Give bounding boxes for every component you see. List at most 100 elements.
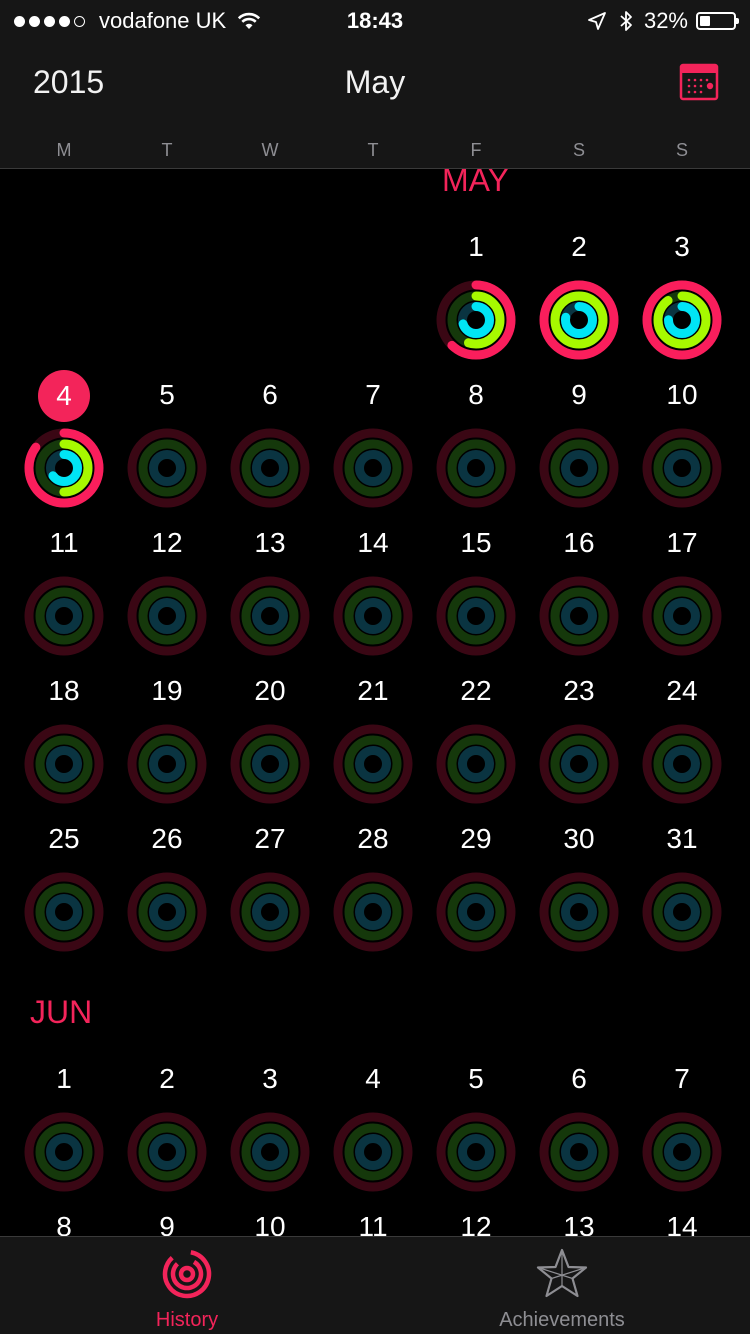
day-number: 18 bbox=[48, 675, 80, 706]
activity-calendar-screen: MAY 1 2 3 4 5 6 7 8 9 10 11 12 13 14 15 16 17 18 19 20 21 22 23… bbox=[0, 0, 750, 1334]
calendar-scroll-view[interactable]: MAY 1 2 3 4 5 6 7 8 9 10 11 12 13 14 15 16 17 18 19 20 21 22 23… bbox=[0, 0, 750, 1334]
day-number: 5 bbox=[468, 1063, 484, 1094]
activity-rings-icon bbox=[127, 428, 207, 508]
day-number: 12 bbox=[151, 527, 183, 558]
activity-rings-icon bbox=[642, 280, 722, 360]
weekday-label: F bbox=[470, 140, 482, 160]
day-number: 24 bbox=[666, 675, 698, 706]
day-number: 6 bbox=[262, 379, 278, 410]
month-section-title: JUN bbox=[30, 994, 93, 1030]
month-title: May bbox=[344, 64, 406, 100]
calendar-icon[interactable] bbox=[679, 62, 719, 102]
day-number: 7 bbox=[674, 1063, 690, 1094]
activity-rings-icon bbox=[539, 1112, 619, 1192]
activity-rings-icon bbox=[24, 576, 104, 656]
day-number: 1 bbox=[56, 1063, 72, 1094]
activity-rings-icon bbox=[24, 872, 104, 952]
weekday-label: S bbox=[572, 140, 585, 160]
day-number: 11 bbox=[49, 527, 79, 558]
day-number: 3 bbox=[674, 231, 690, 262]
weekday-label: W bbox=[261, 140, 279, 160]
activity-rings-icon bbox=[436, 576, 516, 656]
tab-achievements-label: Achievements bbox=[499, 1309, 625, 1331]
activity-rings-icon bbox=[642, 576, 722, 656]
activity-rings-icon bbox=[436, 280, 516, 360]
today-indicator: 4 bbox=[38, 370, 90, 422]
day-number: 14 bbox=[357, 527, 389, 558]
activity-rings-icon bbox=[127, 1112, 207, 1192]
day-number: 2 bbox=[159, 1063, 175, 1094]
activity-rings-icon bbox=[539, 872, 619, 952]
weekday-label: S bbox=[675, 140, 688, 160]
tab-history[interactable]: History bbox=[87, 1237, 287, 1334]
activity-rings-icon bbox=[539, 576, 619, 656]
day-number: 16 bbox=[563, 527, 595, 558]
weekday-label: M bbox=[56, 140, 72, 160]
day-number: 5 bbox=[159, 379, 175, 410]
activity-rings-icon bbox=[24, 428, 104, 508]
status-bar: vodafone UK 18:43 32% bbox=[0, 0, 750, 40]
day-number: 15 bbox=[460, 527, 492, 558]
activity-rings-icon bbox=[642, 1112, 722, 1192]
day-number: 29 bbox=[460, 823, 492, 854]
bluetooth-icon bbox=[620, 11, 632, 31]
day-number: 20 bbox=[254, 675, 286, 706]
activity-rings-icon bbox=[539, 724, 619, 804]
activity-rings-icon bbox=[436, 1112, 516, 1192]
day-number: 1 bbox=[468, 231, 484, 262]
star-icon bbox=[536, 1248, 588, 1298]
weekday-header-row: MTWTFSS bbox=[0, 140, 750, 164]
tab-history-label: History bbox=[155, 1309, 219, 1331]
activity-rings-icon bbox=[436, 872, 516, 952]
day-number: 19 bbox=[151, 675, 183, 706]
activity-rings-icon bbox=[127, 724, 207, 804]
activity-rings-icon bbox=[642, 428, 722, 508]
day-number: 30 bbox=[563, 823, 595, 854]
day-number: 25 bbox=[48, 823, 80, 854]
day-number: 27 bbox=[254, 823, 286, 854]
weekday-label: T bbox=[367, 140, 379, 160]
tab-achievements[interactable]: Achievements bbox=[462, 1237, 662, 1334]
activity-rings-icon bbox=[230, 428, 310, 508]
weekday-label: T bbox=[161, 140, 173, 160]
day-number: 9 bbox=[571, 379, 587, 410]
activity-rings-icon bbox=[333, 1112, 413, 1192]
day-number: 22 bbox=[460, 675, 492, 706]
activity-rings-icon bbox=[24, 1112, 104, 1192]
day-number: 2 bbox=[571, 231, 587, 262]
battery-percentage: 32% bbox=[643, 8, 688, 33]
day-number: 23 bbox=[563, 675, 595, 706]
activity-rings-icon bbox=[24, 724, 104, 804]
activity-rings-icon bbox=[539, 280, 619, 360]
day-number: 4 bbox=[365, 1063, 381, 1094]
day-number: 7 bbox=[365, 379, 381, 410]
activity-rings-icon bbox=[230, 724, 310, 804]
location-arrow-icon bbox=[588, 12, 606, 30]
day-number: 13 bbox=[254, 527, 286, 558]
activity-rings-icon bbox=[333, 576, 413, 656]
activity-rings-icon bbox=[230, 1112, 310, 1192]
day-number: 31 bbox=[666, 823, 698, 854]
activity-rings-icon bbox=[539, 428, 619, 508]
day-number: 10 bbox=[666, 379, 698, 410]
activity-rings-icon bbox=[642, 872, 722, 952]
day-number: 28 bbox=[357, 823, 389, 854]
activity-rings-icon bbox=[436, 428, 516, 508]
battery-icon bbox=[696, 12, 739, 30]
activity-rings-icon bbox=[333, 428, 413, 508]
day-number: 26 bbox=[151, 823, 183, 854]
activity-rings-icon bbox=[230, 576, 310, 656]
activity-rings-icon bbox=[127, 576, 207, 656]
activity-rings-icon bbox=[230, 872, 310, 952]
activity-rings-icon bbox=[436, 724, 516, 804]
day-number: 6 bbox=[571, 1063, 587, 1094]
activity-rings-icon bbox=[127, 872, 207, 952]
day-number: 17 bbox=[666, 527, 698, 558]
day-number: 3 bbox=[262, 1063, 278, 1094]
activity-rings-icon bbox=[333, 724, 413, 804]
day-number: 21 bbox=[357, 675, 389, 706]
activity-rings-icon bbox=[333, 872, 413, 952]
history-rings-icon bbox=[162, 1249, 212, 1299]
day-number: 8 bbox=[468, 379, 484, 410]
tab-bar: History Achievements bbox=[0, 1236, 750, 1334]
